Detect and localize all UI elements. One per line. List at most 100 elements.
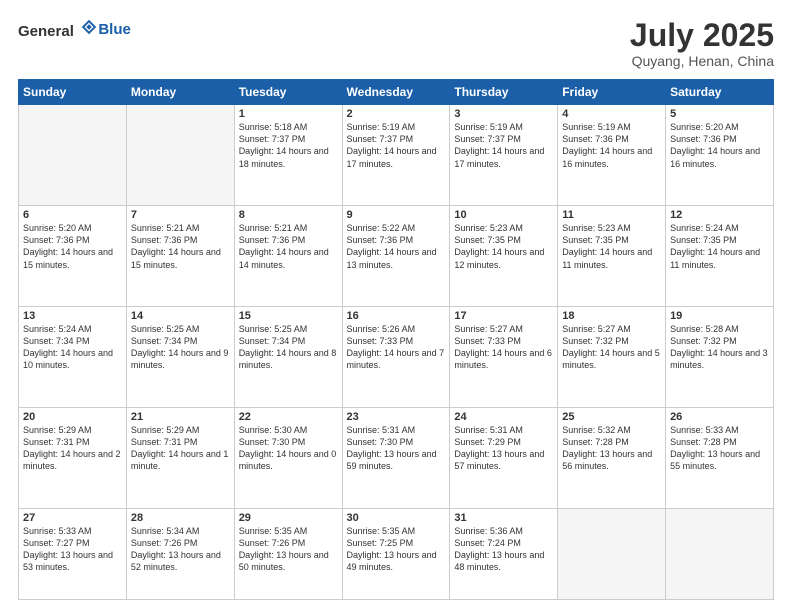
day-info: Sunrise: 5:23 AM Sunset: 7:35 PM Dayligh… [562,222,661,271]
day-info: Sunrise: 5:27 AM Sunset: 7:33 PM Dayligh… [454,323,553,372]
day-number: 28 [131,512,230,524]
calendar-cell: 28Sunrise: 5:34 AM Sunset: 7:26 PM Dayli… [126,508,234,599]
day-info: Sunrise: 5:24 AM Sunset: 7:34 PM Dayligh… [23,323,122,372]
day-number: 25 [562,411,661,423]
calendar-cell: 2Sunrise: 5:19 AM Sunset: 7:37 PM Daylig… [342,105,450,206]
calendar-cell: 26Sunrise: 5:33 AM Sunset: 7:28 PM Dayli… [666,407,774,508]
calendar-cell: 6Sunrise: 5:20 AM Sunset: 7:36 PM Daylig… [19,206,127,307]
day-info: Sunrise: 5:19 AM Sunset: 7:37 PM Dayligh… [454,121,553,170]
calendar-cell: 12Sunrise: 5:24 AM Sunset: 7:35 PM Dayli… [666,206,774,307]
calendar-cell: 25Sunrise: 5:32 AM Sunset: 7:28 PM Dayli… [558,407,666,508]
calendar-cell: 19Sunrise: 5:28 AM Sunset: 7:32 PM Dayli… [666,307,774,408]
day-info: Sunrise: 5:21 AM Sunset: 7:36 PM Dayligh… [239,222,338,271]
calendar-cell: 29Sunrise: 5:35 AM Sunset: 7:26 PM Dayli… [234,508,342,599]
calendar-cell [126,105,234,206]
day-number: 26 [670,411,769,423]
calendar-cell [19,105,127,206]
day-number: 22 [239,411,338,423]
day-info: Sunrise: 5:31 AM Sunset: 7:29 PM Dayligh… [454,424,553,473]
week-row-3: 13Sunrise: 5:24 AM Sunset: 7:34 PM Dayli… [19,307,774,408]
day-number: 24 [454,411,553,423]
calendar-cell: 17Sunrise: 5:27 AM Sunset: 7:33 PM Dayli… [450,307,558,408]
calendar-cell: 21Sunrise: 5:29 AM Sunset: 7:31 PM Dayli… [126,407,234,508]
day-number: 3 [454,108,553,120]
calendar-cell: 16Sunrise: 5:26 AM Sunset: 7:33 PM Dayli… [342,307,450,408]
day-info: Sunrise: 5:21 AM Sunset: 7:36 PM Dayligh… [131,222,230,271]
day-number: 29 [239,512,338,524]
day-number: 9 [347,209,446,221]
day-info: Sunrise: 5:19 AM Sunset: 7:37 PM Dayligh… [347,121,446,170]
day-number: 11 [562,209,661,221]
day-number: 31 [454,512,553,524]
day-info: Sunrise: 5:19 AM Sunset: 7:36 PM Dayligh… [562,121,661,170]
logo-icon [80,18,98,36]
week-row-4: 20Sunrise: 5:29 AM Sunset: 7:31 PM Dayli… [19,407,774,508]
page: General Blue July 2025 Quyang, Henan, Ch… [0,0,792,612]
day-info: Sunrise: 5:30 AM Sunset: 7:30 PM Dayligh… [239,424,338,473]
calendar-cell: 8Sunrise: 5:21 AM Sunset: 7:36 PM Daylig… [234,206,342,307]
calendar-cell: 13Sunrise: 5:24 AM Sunset: 7:34 PM Dayli… [19,307,127,408]
calendar-cell: 5Sunrise: 5:20 AM Sunset: 7:36 PM Daylig… [666,105,774,206]
day-number: 10 [454,209,553,221]
location: Quyang, Henan, China [630,53,774,69]
calendar-cell: 22Sunrise: 5:30 AM Sunset: 7:30 PM Dayli… [234,407,342,508]
week-row-5: 27Sunrise: 5:33 AM Sunset: 7:27 PM Dayli… [19,508,774,599]
day-info: Sunrise: 5:20 AM Sunset: 7:36 PM Dayligh… [670,121,769,170]
calendar-cell: 18Sunrise: 5:27 AM Sunset: 7:32 PM Dayli… [558,307,666,408]
month-title: July 2025 [630,18,774,53]
calendar-header-saturday: Saturday [666,80,774,105]
day-info: Sunrise: 5:25 AM Sunset: 7:34 PM Dayligh… [239,323,338,372]
calendar-cell: 27Sunrise: 5:33 AM Sunset: 7:27 PM Dayli… [19,508,127,599]
day-number: 1 [239,108,338,120]
day-info: Sunrise: 5:29 AM Sunset: 7:31 PM Dayligh… [131,424,230,473]
day-number: 18 [562,310,661,322]
title-block: July 2025 Quyang, Henan, China [630,18,774,69]
day-info: Sunrise: 5:35 AM Sunset: 7:26 PM Dayligh… [239,525,338,574]
calendar-header-friday: Friday [558,80,666,105]
day-info: Sunrise: 5:32 AM Sunset: 7:28 PM Dayligh… [562,424,661,473]
day-number: 19 [670,310,769,322]
day-info: Sunrise: 5:31 AM Sunset: 7:30 PM Dayligh… [347,424,446,473]
calendar-cell: 15Sunrise: 5:25 AM Sunset: 7:34 PM Dayli… [234,307,342,408]
day-info: Sunrise: 5:35 AM Sunset: 7:25 PM Dayligh… [347,525,446,574]
week-row-2: 6Sunrise: 5:20 AM Sunset: 7:36 PM Daylig… [19,206,774,307]
day-info: Sunrise: 5:18 AM Sunset: 7:37 PM Dayligh… [239,121,338,170]
calendar-cell: 10Sunrise: 5:23 AM Sunset: 7:35 PM Dayli… [450,206,558,307]
day-info: Sunrise: 5:29 AM Sunset: 7:31 PM Dayligh… [23,424,122,473]
week-row-1: 1Sunrise: 5:18 AM Sunset: 7:37 PM Daylig… [19,105,774,206]
calendar-table: SundayMondayTuesdayWednesdayThursdayFrid… [18,79,774,600]
day-info: Sunrise: 5:34 AM Sunset: 7:26 PM Dayligh… [131,525,230,574]
day-number: 16 [347,310,446,322]
day-info: Sunrise: 5:27 AM Sunset: 7:32 PM Dayligh… [562,323,661,372]
calendar-cell [666,508,774,599]
day-number: 6 [23,209,122,221]
day-number: 5 [670,108,769,120]
calendar-header-thursday: Thursday [450,80,558,105]
day-info: Sunrise: 5:33 AM Sunset: 7:27 PM Dayligh… [23,525,122,574]
day-number: 17 [454,310,553,322]
calendar-header-wednesday: Wednesday [342,80,450,105]
day-info: Sunrise: 5:22 AM Sunset: 7:36 PM Dayligh… [347,222,446,271]
calendar-cell: 20Sunrise: 5:29 AM Sunset: 7:31 PM Dayli… [19,407,127,508]
calendar-cell: 3Sunrise: 5:19 AM Sunset: 7:37 PM Daylig… [450,105,558,206]
day-number: 13 [23,310,122,322]
day-number: 12 [670,209,769,221]
day-number: 2 [347,108,446,120]
day-info: Sunrise: 5:28 AM Sunset: 7:32 PM Dayligh… [670,323,769,372]
calendar-cell: 30Sunrise: 5:35 AM Sunset: 7:25 PM Dayli… [342,508,450,599]
day-info: Sunrise: 5:26 AM Sunset: 7:33 PM Dayligh… [347,323,446,372]
day-number: 21 [131,411,230,423]
logo: General Blue [18,18,131,41]
day-info: Sunrise: 5:24 AM Sunset: 7:35 PM Dayligh… [670,222,769,271]
header: General Blue July 2025 Quyang, Henan, Ch… [18,18,774,69]
calendar-header-monday: Monday [126,80,234,105]
day-info: Sunrise: 5:23 AM Sunset: 7:35 PM Dayligh… [454,222,553,271]
calendar-cell: 23Sunrise: 5:31 AM Sunset: 7:30 PM Dayli… [342,407,450,508]
day-number: 7 [131,209,230,221]
calendar-cell: 14Sunrise: 5:25 AM Sunset: 7:34 PM Dayli… [126,307,234,408]
day-info: Sunrise: 5:20 AM Sunset: 7:36 PM Dayligh… [23,222,122,271]
calendar-header-sunday: Sunday [19,80,127,105]
calendar-cell [558,508,666,599]
day-number: 8 [239,209,338,221]
day-info: Sunrise: 5:36 AM Sunset: 7:24 PM Dayligh… [454,525,553,574]
